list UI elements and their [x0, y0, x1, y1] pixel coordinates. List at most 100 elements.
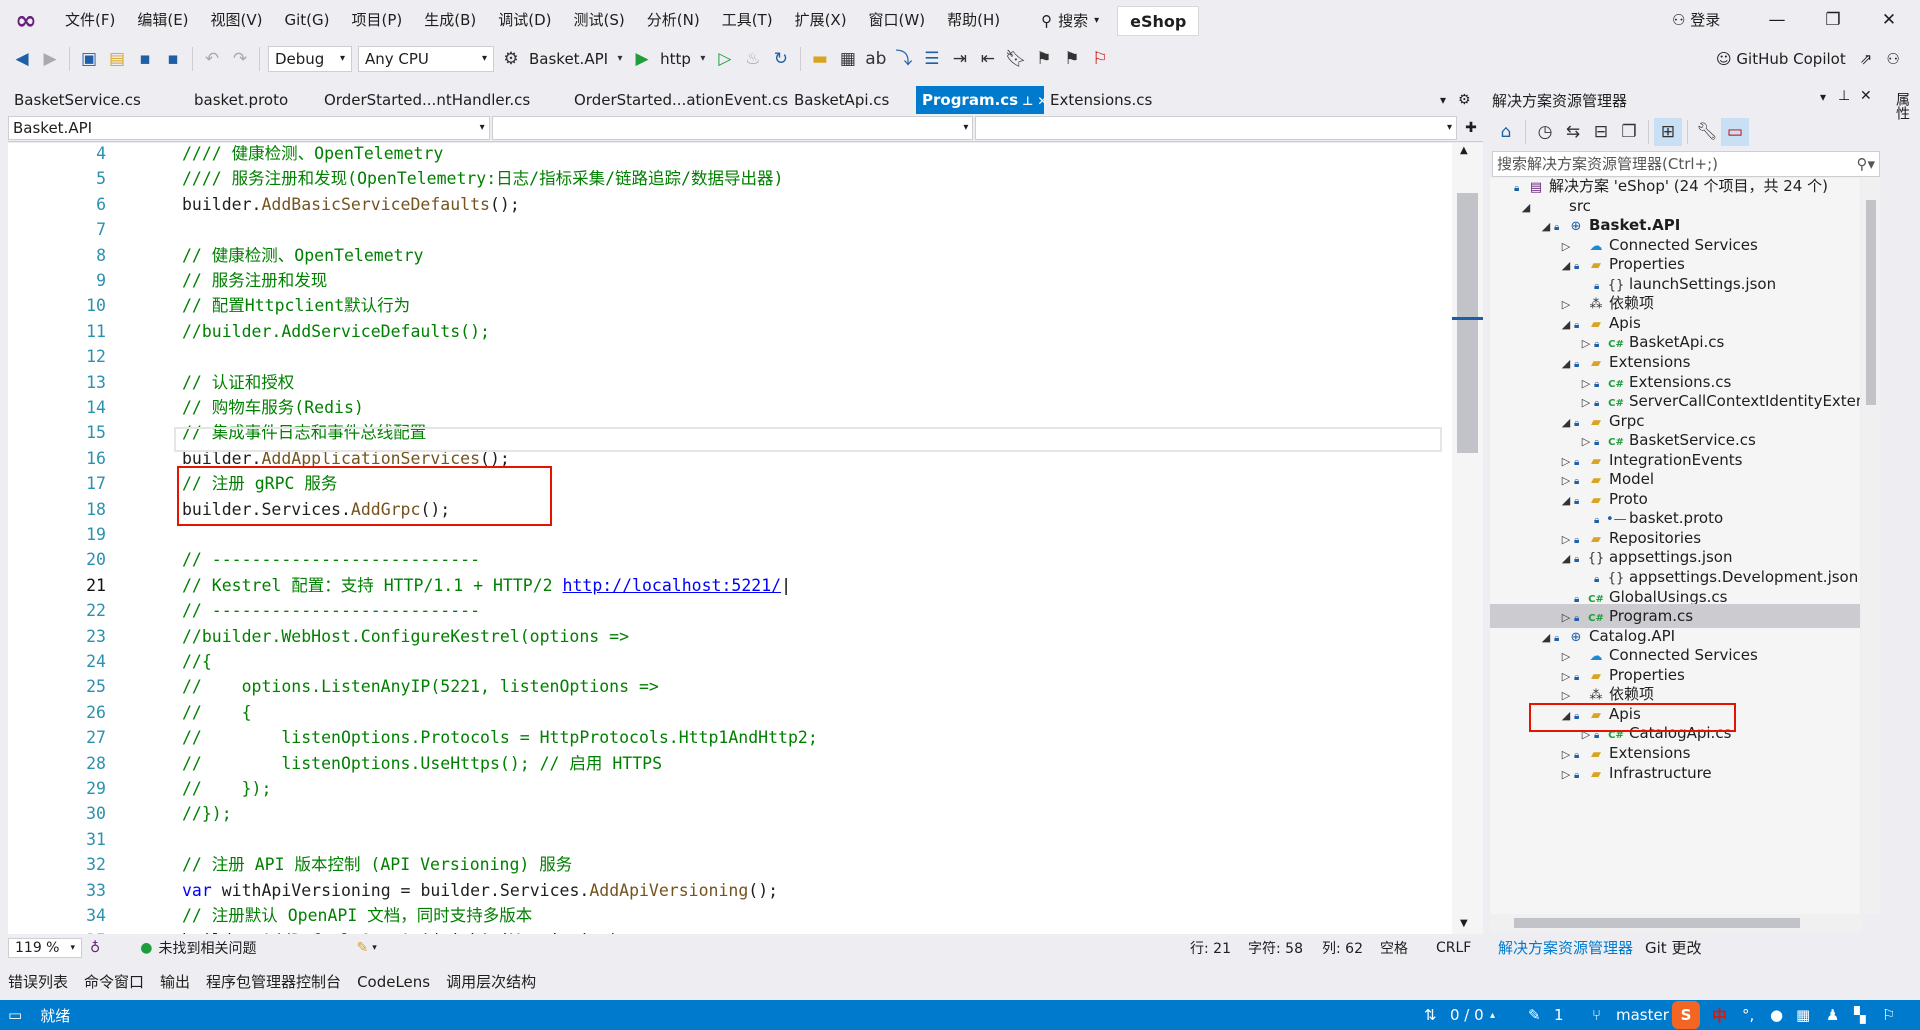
filter-icon[interactable]: ⊞: [1654, 118, 1682, 146]
back-icon[interactable]: ◀: [8, 45, 36, 73]
chevron-down-icon[interactable]: ▾: [695, 45, 711, 73]
indent-icon[interactable]: ⇥: [946, 45, 974, 73]
start-without-debug-icon[interactable]: ▷: [711, 45, 739, 73]
code-line[interactable]: 12: [8, 344, 1452, 369]
menu-item[interactable]: 帮助(H): [936, 0, 1011, 41]
chevron-down-icon[interactable]: ▾: [612, 45, 628, 73]
refresh-icon[interactable]: ↻: [767, 45, 795, 73]
scroll-up-icon[interactable]: ▲: [1460, 145, 1468, 156]
tab-dropdown-icon[interactable]: ▾: [1440, 86, 1446, 114]
menu-item[interactable]: 项目(P): [341, 0, 414, 41]
git-sync-icon[interactable]: ⇅: [1424, 1006, 1437, 1024]
menu-item[interactable]: 视图(V): [200, 0, 274, 41]
tab-editor[interactable]: Program.cs ⊥ ✕: [916, 86, 1048, 114]
code-line[interactable]: 9 // 服务注册和发现: [8, 268, 1452, 293]
save-icon[interactable]: ▪: [131, 45, 159, 73]
menu-item[interactable]: 文件(F): [54, 0, 126, 41]
menu-item[interactable]: 窗口(W): [858, 0, 937, 41]
tab-tool-window[interactable]: CodeLens: [349, 968, 438, 996]
code-line[interactable]: 24 //{: [8, 649, 1452, 674]
code-line[interactable]: 26 // {: [8, 700, 1452, 725]
save-all-icon[interactable]: ▪: [159, 45, 187, 73]
brush-icon[interactable]: ✎: [356, 940, 368, 956]
preview-icon[interactable]: ▭: [1721, 118, 1749, 146]
code-line[interactable]: 29 // });: [8, 776, 1452, 801]
skin-icon[interactable]: ♟: [1826, 1006, 1839, 1024]
code-line[interactable]: 14 // 购物车服务(Redis): [8, 395, 1452, 420]
code-line[interactable]: 32 // 注册 API 版本控制 (API Versioning) 服务: [8, 852, 1452, 877]
col-indicator[interactable]: 列: 62: [1322, 938, 1363, 958]
tab-panel[interactable]: Git 更改: [1639, 936, 1707, 960]
code-line[interactable]: 11 //builder.AddServiceDefaults();: [8, 319, 1452, 344]
collapsed-arrow-icon[interactable]: ▷: [1558, 763, 1574, 787]
sync-icon[interactable]: ⇆: [1559, 118, 1587, 146]
code-line[interactable]: 22 // ---------------------------: [8, 598, 1452, 623]
code-line[interactable]: 27 // listenOptions.Protocols = HttpProto…: [8, 725, 1452, 750]
menu-item[interactable]: 测试(S): [563, 0, 636, 41]
login-button[interactable]: ⚇ 登录: [1672, 0, 1720, 41]
code-line[interactable]: 28 // listenOptions.UseHttps(); // 启用 HTT…: [8, 751, 1452, 776]
code-token[interactable]: http://localhost:5221/: [563, 576, 782, 595]
home-icon[interactable]: ⌂: [1492, 118, 1520, 146]
hot-reload-icon[interactable]: ♨: [739, 45, 767, 73]
tree-node[interactable]: ▷ 🔒︎ ▰ Infrastructure: [1490, 761, 1860, 785]
code-line[interactable]: 30 //});: [8, 801, 1452, 826]
code-line[interactable]: 34 // 注册默认 OpenAPI 文档，同时支持多版本: [8, 903, 1452, 928]
tab-tool-window[interactable]: 输出: [152, 968, 198, 996]
code-line[interactable]: 6 builder.AddBasicServiceDefaults();: [8, 192, 1452, 217]
github-copilot-button[interactable]: ☺ GitHub Copilot ⇗ ⚇: [1716, 41, 1900, 77]
close-icon[interactable]: ✕: [1860, 88, 1872, 104]
whitespace-indicator[interactable]: 空格: [1380, 938, 1408, 958]
menu-item[interactable]: Git(G): [274, 0, 341, 41]
branch-name[interactable]: master: [1616, 1006, 1669, 1024]
wrench-icon[interactable]: 🔧︎: [1693, 118, 1721, 146]
restore-button[interactable]: ❐: [1810, 0, 1856, 41]
punctuation-icon[interactable]: °,: [1742, 1006, 1754, 1024]
tab-editor[interactable]: BasketApi.cs: [788, 86, 916, 114]
forward-icon[interactable]: ▶: [36, 45, 64, 73]
tab-tool-window[interactable]: 错误列表: [0, 968, 76, 996]
bookmark-icon[interactable]: 🔖︎: [1002, 45, 1030, 73]
bookmark-next-icon[interactable]: ⚑: [1058, 45, 1086, 73]
editor-scroll-thumb[interactable]: [1457, 193, 1478, 453]
microphone-icon[interactable]: ●: [1770, 1006, 1783, 1024]
notification-icon[interactable]: ⚐: [1882, 1006, 1895, 1024]
char-indicator[interactable]: 字符: 58: [1248, 938, 1303, 958]
tab-editor[interactable]: Extensions.cs: [1044, 86, 1182, 114]
outdent-icon[interactable]: ⇤: [974, 45, 1002, 73]
scroll-down-icon[interactable]: ▼: [1460, 918, 1468, 929]
member-dropdown[interactable]: ▾: [975, 116, 1458, 140]
pencil-icon[interactable]: ✎: [1528, 1006, 1541, 1024]
code-line[interactable]: 31: [8, 827, 1452, 852]
collapse-all-icon[interactable]: ⊟: [1587, 118, 1615, 146]
new-project-icon[interactable]: ▣: [75, 45, 103, 73]
split-editor-icon[interactable]: ✚: [1459, 116, 1483, 141]
code-line[interactable]: 5 //// 服务注册和发现(OpenTelemetry:日志/指标采集/链路追踪…: [8, 166, 1452, 191]
startup-project-dropdown[interactable]: Basket.API: [525, 50, 612, 68]
minimize-button[interactable]: —: [1754, 0, 1800, 41]
close-window-button[interactable]: ✕: [1866, 0, 1912, 41]
menu-item[interactable]: 调试(D): [487, 0, 562, 41]
tab-tool-window[interactable]: 命令窗口: [76, 968, 152, 996]
code-line[interactable]: 7: [8, 217, 1452, 242]
history-icon[interactable]: ◷: [1531, 118, 1559, 146]
line-indicator[interactable]: 行: 21: [1190, 938, 1231, 958]
code-line[interactable]: 20 // ---------------------------: [8, 547, 1452, 572]
code-line[interactable]: 4 //// 健康检测、OpenTelemetry: [8, 143, 1452, 166]
code-line[interactable]: 35builder.AddDefaultOpenApi(withApiVersi…: [8, 928, 1452, 934]
menu-item[interactable]: 编辑(E): [126, 0, 199, 41]
code-editor[interactable]: 4 //// 健康检测、OpenTelemetry 5 //// 服务注册和发现(Op…: [8, 143, 1452, 934]
tab-editor[interactable]: OrderStarted...ntHandler.cs: [318, 86, 568, 114]
redo-icon[interactable]: ↷: [226, 45, 254, 73]
bookmark-clear-icon[interactable]: ⚐: [1086, 45, 1114, 73]
issues-status[interactable]: 未找到相关问题: [158, 938, 256, 958]
run-icon[interactable]: ▶: [628, 45, 656, 73]
branch-icon[interactable]: ⑂: [1592, 1006, 1601, 1024]
type-dropdown[interactable]: ▾: [491, 116, 974, 140]
se-dropdown-icon[interactable]: ▾: [1820, 90, 1826, 104]
tab-tool-window[interactable]: 程序包管理器控制台: [198, 968, 349, 996]
platform-dropdown[interactable]: Any CPU ▾: [358, 46, 494, 72]
solution-explorer-search-input[interactable]: 搜索解决方案资源管理器(Ctrl+;) ⚲▾: [1492, 151, 1880, 177]
code-line[interactable]: 21 // Kestrel 配置：支持 HTTP/1.1 + HTTP/2 htt…: [8, 573, 1452, 598]
step-icon[interactable]: ⤵: [890, 45, 918, 73]
